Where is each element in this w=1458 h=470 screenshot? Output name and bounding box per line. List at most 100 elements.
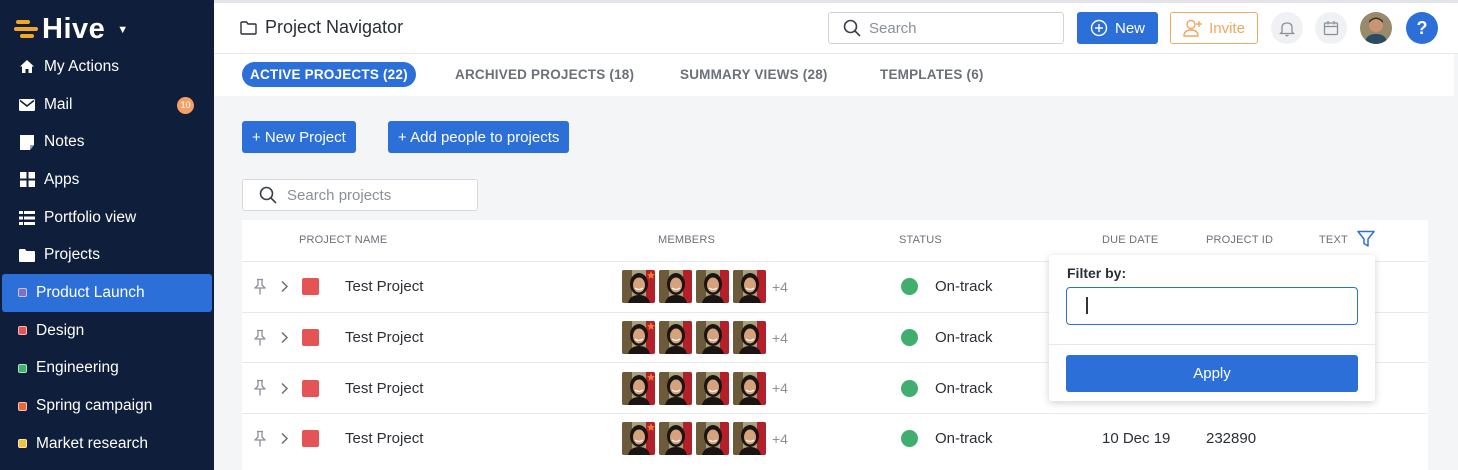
hive-logo[interactable]: Hive ▼ (14, 12, 128, 46)
member-avatar[interactable] (733, 371, 766, 405)
new-button[interactable]: New (1077, 12, 1158, 44)
project-name[interactable]: Test Project (345, 363, 423, 413)
member-avatar[interactable] (659, 422, 692, 456)
sidebar-item-label: Mail (44, 95, 73, 113)
pin-icon[interactable] (252, 262, 268, 312)
global-search-input[interactable]: Search (828, 12, 1064, 44)
sidebar-item-design[interactable]: Design (0, 312, 214, 350)
apply-button[interactable]: Apply (1066, 355, 1358, 392)
member-avatar[interactable] (696, 270, 729, 304)
pin-icon[interactable] (252, 313, 268, 363)
sidebar-item-projects[interactable]: Projects (0, 236, 214, 274)
member-avatars[interactable]: +4 (622, 414, 788, 464)
tab-archived-projects[interactable]: ARCHIVED PROJECTS (18) (455, 62, 634, 87)
project-name[interactable]: Test Project (345, 262, 423, 312)
expand-chevron-icon[interactable] (280, 313, 289, 363)
project-color-icon (18, 363, 27, 373)
sidebar-item-product-launch[interactable]: Product Launch (2, 274, 212, 312)
member-avatar[interactable] (622, 321, 655, 355)
sidebar-item-market-research[interactable]: Market research (0, 425, 214, 463)
help-button[interactable]: ? (1406, 12, 1438, 44)
column-header-status[interactable]: STATUS (899, 234, 942, 246)
sidebar-item-notes[interactable]: Notes (0, 123, 214, 161)
filter-popup: Filter by: Apply (1049, 255, 1375, 401)
column-header-due-date[interactable]: DUE DATE (1102, 234, 1158, 246)
tab-active-projects[interactable]: ACTIVE PROJECTS (22) (242, 62, 416, 87)
mail-icon (18, 97, 36, 113)
tab-templates[interactable]: TEMPLATES (6) (880, 62, 984, 87)
project-color-icon (18, 439, 27, 449)
status-cell[interactable]: On-track (901, 363, 993, 413)
expand-chevron-icon[interactable] (280, 262, 289, 312)
column-header-text[interactable]: TEXT (1319, 234, 1348, 246)
invite-button[interactable]: Invite (1170, 12, 1258, 44)
status-cell[interactable]: On-track (901, 313, 993, 363)
bell-icon (1279, 21, 1295, 36)
member-avatar[interactable] (659, 321, 692, 355)
column-header-members[interactable]: MEMBERS (658, 234, 715, 246)
pin-icon[interactable] (252, 363, 268, 413)
calendar-icon (1323, 21, 1339, 36)
search-projects-input[interactable]: Search projects (242, 179, 478, 211)
member-avatar[interactable] (659, 371, 692, 405)
pin-icon[interactable] (252, 414, 268, 464)
workspace-caret-icon[interactable]: ▼ (117, 24, 128, 36)
filter-icon[interactable] (1357, 230, 1375, 248)
sidebar-item-mail[interactable]: Mail 10 (0, 86, 214, 124)
sidebar-item-engineering[interactable]: Engineering (0, 350, 214, 388)
new-project-button[interactable]: + New Project (242, 121, 356, 153)
member-avatar[interactable] (733, 422, 766, 456)
member-avatar[interactable] (622, 422, 655, 456)
project-name[interactable]: Test Project (345, 313, 423, 363)
member-avatar[interactable] (696, 321, 729, 355)
sidebar-item-spring-campaign[interactable]: Spring campaign (0, 387, 214, 425)
filter-input[interactable] (1066, 287, 1358, 325)
more-members-count[interactable]: +4 (772, 431, 788, 447)
project-name[interactable]: Test Project (345, 414, 423, 464)
sidebar-item-apps[interactable]: Apps (0, 161, 214, 199)
more-members-count[interactable]: +4 (772, 380, 788, 396)
notifications-button[interactable] (1271, 12, 1303, 44)
sidebar-item-my-actions[interactable]: My Actions (0, 48, 214, 86)
search-projects-placeholder: Search projects (287, 186, 392, 204)
expand-chevron-icon[interactable] (280, 414, 289, 464)
sidebar: Hive ▼ My Actions Mail 10 Notes Apps Por… (0, 0, 214, 470)
member-avatar[interactable] (696, 371, 729, 405)
member-avatar[interactable] (733, 270, 766, 304)
project-color-icon (18, 288, 27, 298)
project-id: 232890 (1206, 430, 1257, 448)
app-name: Hive (42, 12, 106, 45)
member-avatars[interactable]: +4 (622, 313, 788, 363)
status-on-track-icon (901, 278, 918, 296)
plus-circle-icon (1090, 19, 1108, 37)
page-title-text: Project Navigator (265, 17, 404, 37)
member-avatar[interactable] (622, 270, 655, 304)
user-avatar[interactable] (1360, 12, 1392, 44)
sidebar-item-portfolio-view[interactable]: Portfolio view (0, 199, 214, 237)
add-people-button[interactable]: + Add people to projects (388, 121, 570, 153)
table-row[interactable]: Test Project (242, 413, 1428, 464)
hive-logo-icon (14, 18, 38, 40)
member-avatar[interactable] (733, 321, 766, 355)
member-avatar[interactable] (659, 270, 692, 304)
expand-chevron-icon[interactable] (280, 363, 289, 413)
member-avatars[interactable]: +4 (622, 262, 788, 312)
status-on-track-icon (901, 329, 918, 347)
column-header-project-id[interactable]: PROJECT ID (1206, 234, 1273, 246)
calendar-button[interactable] (1315, 12, 1347, 44)
sidebar-item-label: Product Launch (36, 283, 145, 301)
more-members-count[interactable]: +4 (772, 330, 788, 346)
column-header-project-name[interactable]: PROJECT NAME (299, 234, 387, 246)
status-cell[interactable]: On-track (901, 262, 993, 312)
search-icon (259, 186, 277, 204)
status-cell[interactable]: On-track (901, 414, 993, 464)
member-avatar[interactable] (696, 422, 729, 456)
status-text: On-track (935, 430, 993, 448)
member-avatar[interactable] (622, 371, 655, 405)
filter-label: Filter by: (1067, 265, 1127, 281)
tab-summary-views[interactable]: SUMMARY VIEWS (28) (680, 62, 828, 87)
member-avatars[interactable]: +4 (622, 363, 788, 413)
folder-outline-icon (240, 20, 257, 35)
project-color-icon (302, 363, 319, 413)
more-members-count[interactable]: +4 (772, 279, 788, 295)
